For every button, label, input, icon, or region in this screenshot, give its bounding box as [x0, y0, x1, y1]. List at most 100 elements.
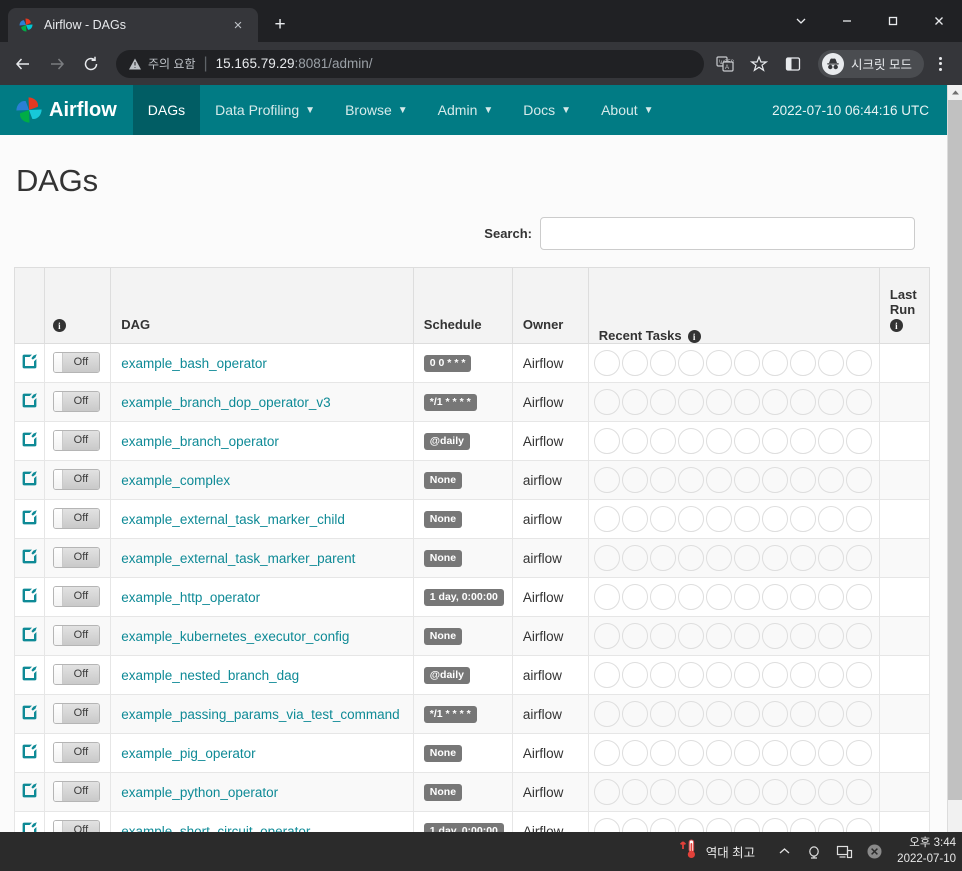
task-state-circle[interactable] — [677, 701, 704, 727]
task-state-circle[interactable] — [761, 467, 788, 493]
task-state-circle[interactable] — [789, 701, 816, 727]
task-state-circle[interactable] — [845, 779, 872, 805]
task-state-circle[interactable] — [845, 701, 872, 727]
task-state-circle[interactable] — [733, 467, 760, 493]
task-state-circle[interactable] — [593, 779, 620, 805]
task-state-circle[interactable] — [649, 545, 676, 571]
task-state-circle[interactable] — [621, 584, 648, 610]
display-icon[interactable] — [831, 836, 857, 868]
dag-link[interactable]: example_branch_operator — [121, 434, 279, 449]
task-state-circle[interactable] — [593, 467, 620, 493]
task-state-circle[interactable] — [621, 623, 648, 649]
task-state-circle[interactable] — [845, 389, 872, 415]
task-state-circle[interactable] — [677, 818, 704, 832]
task-state-circle[interactable] — [789, 467, 816, 493]
network-icon[interactable] — [801, 836, 827, 868]
search-input[interactable] — [540, 217, 915, 250]
task-state-circle[interactable] — [761, 545, 788, 571]
task-state-circle[interactable] — [761, 350, 788, 376]
dag-on-off-toggle[interactable]: Off — [52, 663, 100, 685]
task-state-circle[interactable] — [649, 428, 676, 454]
dag-link[interactable]: example_http_operator — [121, 590, 260, 605]
task-state-circle[interactable] — [593, 740, 620, 766]
task-state-circle[interactable] — [677, 467, 704, 493]
task-state-circle[interactable] — [705, 350, 732, 376]
task-state-circle[interactable] — [677, 740, 704, 766]
task-state-circle[interactable] — [705, 623, 732, 649]
task-state-circle[interactable] — [593, 623, 620, 649]
task-state-circle[interactable] — [817, 740, 844, 766]
task-state-circle[interactable] — [705, 545, 732, 571]
col-header-dag[interactable]: DAG — [110, 267, 414, 344]
nav-item-browse[interactable]: Browse ▼ — [330, 85, 423, 135]
task-state-circle[interactable] — [733, 662, 760, 688]
task-state-circle[interactable] — [593, 818, 620, 832]
info-icon[interactable]: i — [52, 319, 66, 332]
col-header-schedule[interactable]: Schedule — [412, 267, 513, 344]
task-state-circle[interactable] — [817, 779, 844, 805]
task-state-circle[interactable] — [761, 623, 788, 649]
col-header-owner[interactable]: Owner — [511, 267, 589, 344]
task-state-circle[interactable] — [705, 662, 732, 688]
task-state-circle[interactable] — [733, 584, 760, 610]
edit-dag-icon[interactable] — [21, 821, 38, 832]
task-state-circle[interactable] — [761, 818, 788, 832]
dag-on-off-toggle[interactable]: Off — [52, 624, 100, 646]
dag-link[interactable]: example_nested_branch_dag — [121, 668, 299, 683]
scrollbar-thumb[interactable] — [948, 100, 962, 800]
task-state-circle[interactable] — [593, 350, 620, 376]
taskbar-weather-widget[interactable]: 역대 최고 — [678, 838, 755, 865]
task-state-circle[interactable] — [649, 623, 676, 649]
scrollbar-up-icon[interactable] — [948, 85, 962, 100]
task-state-circle[interactable] — [845, 545, 872, 571]
task-state-circle[interactable] — [817, 428, 844, 454]
task-state-circle[interactable] — [789, 428, 816, 454]
minimize-icon[interactable] — [824, 5, 870, 37]
task-state-circle[interactable] — [789, 584, 816, 610]
dag-link[interactable]: example_kubernetes_executor_config — [121, 629, 349, 644]
task-state-circle[interactable] — [817, 506, 844, 532]
edit-dag-icon[interactable] — [21, 353, 38, 373]
task-state-circle[interactable] — [789, 506, 816, 532]
task-state-circle[interactable] — [677, 584, 704, 610]
address-bar[interactable]: 주의 요함 | 15.165.79.29:8081/admin/ — [116, 49, 705, 78]
task-state-circle[interactable] — [621, 662, 648, 688]
edit-dag-icon[interactable] — [21, 782, 38, 802]
task-state-circle[interactable] — [733, 623, 760, 649]
task-state-circle[interactable] — [677, 428, 704, 454]
task-state-circle[interactable] — [817, 467, 844, 493]
task-state-circle[interactable] — [705, 779, 732, 805]
star-icon[interactable] — [744, 49, 774, 79]
task-state-circle[interactable] — [761, 779, 788, 805]
nav-item-docs[interactable]: Docs ▼ — [508, 85, 586, 135]
task-state-circle[interactable] — [649, 701, 676, 727]
edit-dag-icon[interactable] — [21, 587, 38, 607]
task-state-circle[interactable] — [845, 623, 872, 649]
task-state-circle[interactable] — [705, 740, 732, 766]
edit-dag-icon[interactable] — [21, 626, 38, 646]
task-state-circle[interactable] — [817, 623, 844, 649]
task-state-circle[interactable] — [677, 779, 704, 805]
dag-on-off-toggle[interactable]: Off — [52, 819, 100, 832]
task-state-circle[interactable] — [761, 506, 788, 532]
task-state-circle[interactable] — [845, 584, 872, 610]
reload-icon[interactable] — [76, 49, 106, 79]
incognito-indicator[interactable]: 시크릿 모드 — [818, 49, 924, 78]
dag-on-off-toggle[interactable]: Off — [52, 780, 100, 802]
dag-link[interactable]: example_python_operator — [121, 785, 278, 800]
notification-close-icon[interactable] — [861, 836, 887, 868]
task-state-circle[interactable] — [649, 506, 676, 532]
edit-dag-icon[interactable] — [21, 470, 38, 490]
task-state-circle[interactable] — [733, 701, 760, 727]
browser-tab-airflow-dags[interactable]: Airflow - DAGs × — [8, 8, 258, 42]
task-state-circle[interactable] — [733, 428, 760, 454]
task-state-circle[interactable] — [621, 818, 648, 832]
dag-on-off-toggle[interactable]: Off — [52, 702, 100, 724]
task-state-circle[interactable] — [817, 701, 844, 727]
task-state-circle[interactable] — [621, 467, 648, 493]
edit-dag-icon[interactable] — [21, 509, 38, 529]
task-state-circle[interactable] — [649, 779, 676, 805]
task-state-circle[interactable] — [761, 701, 788, 727]
task-state-circle[interactable] — [789, 818, 816, 832]
task-state-circle[interactable] — [705, 584, 732, 610]
